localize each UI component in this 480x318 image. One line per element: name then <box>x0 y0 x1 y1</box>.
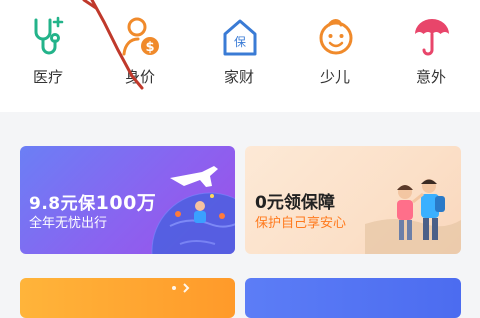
category-label: 意外 <box>415 68 446 86</box>
couple-illustration <box>365 179 461 254</box>
card-title-highlight: 100万 <box>95 192 157 214</box>
promo-card-travel[interactable]: 9.8元保100万 全年无忧出行 <box>20 146 235 254</box>
category-label: 少儿 <box>319 68 350 86</box>
category-accident[interactable]: 意外 <box>391 14 471 94</box>
promo-card-bottom-right[interactable] <box>245 278 461 318</box>
category-home[interactable]: 保 家财 <box>199 14 279 94</box>
promo-card-bottom-left[interactable] <box>20 278 235 318</box>
svg-text:$: $ <box>145 40 154 55</box>
medical-icon <box>34 16 64 55</box>
card-title-prefix: 9.8元保 <box>29 194 96 214</box>
category-life-value[interactable]: $ 身价 <box>100 14 180 94</box>
card-decoration <box>172 283 190 293</box>
promo-cards: 9.8元保100万 全年无忧出行 0元领保障 保护自己享安心 <box>0 130 480 318</box>
category-label: 身价 <box>124 68 155 86</box>
card-subtitle: 全年无忧出行 <box>29 216 108 231</box>
category-label: 医疗 <box>32 68 63 86</box>
category-medical[interactable]: 医疗 <box>8 14 88 94</box>
child-icon <box>319 19 353 55</box>
card-title: 9.8元保100万 <box>29 188 156 215</box>
card-subtitle: 保护自己享安心 <box>255 216 347 231</box>
category-child[interactable]: 少儿 <box>295 14 375 94</box>
svg-text:保: 保 <box>234 35 246 49</box>
accident-umbrella-icon <box>415 19 449 56</box>
card-title: 0元领保障 <box>255 193 335 213</box>
life-value-icon: $ <box>122 17 159 56</box>
category-bar: 医疗 $ 身价 保 家财 少儿 意外 <box>0 0 480 112</box>
home-insurance-icon: 保 <box>223 19 257 56</box>
promo-card-free-coverage[interactable]: 0元领保障 保护自己享安心 <box>245 146 461 254</box>
category-label: 家财 <box>223 68 254 86</box>
